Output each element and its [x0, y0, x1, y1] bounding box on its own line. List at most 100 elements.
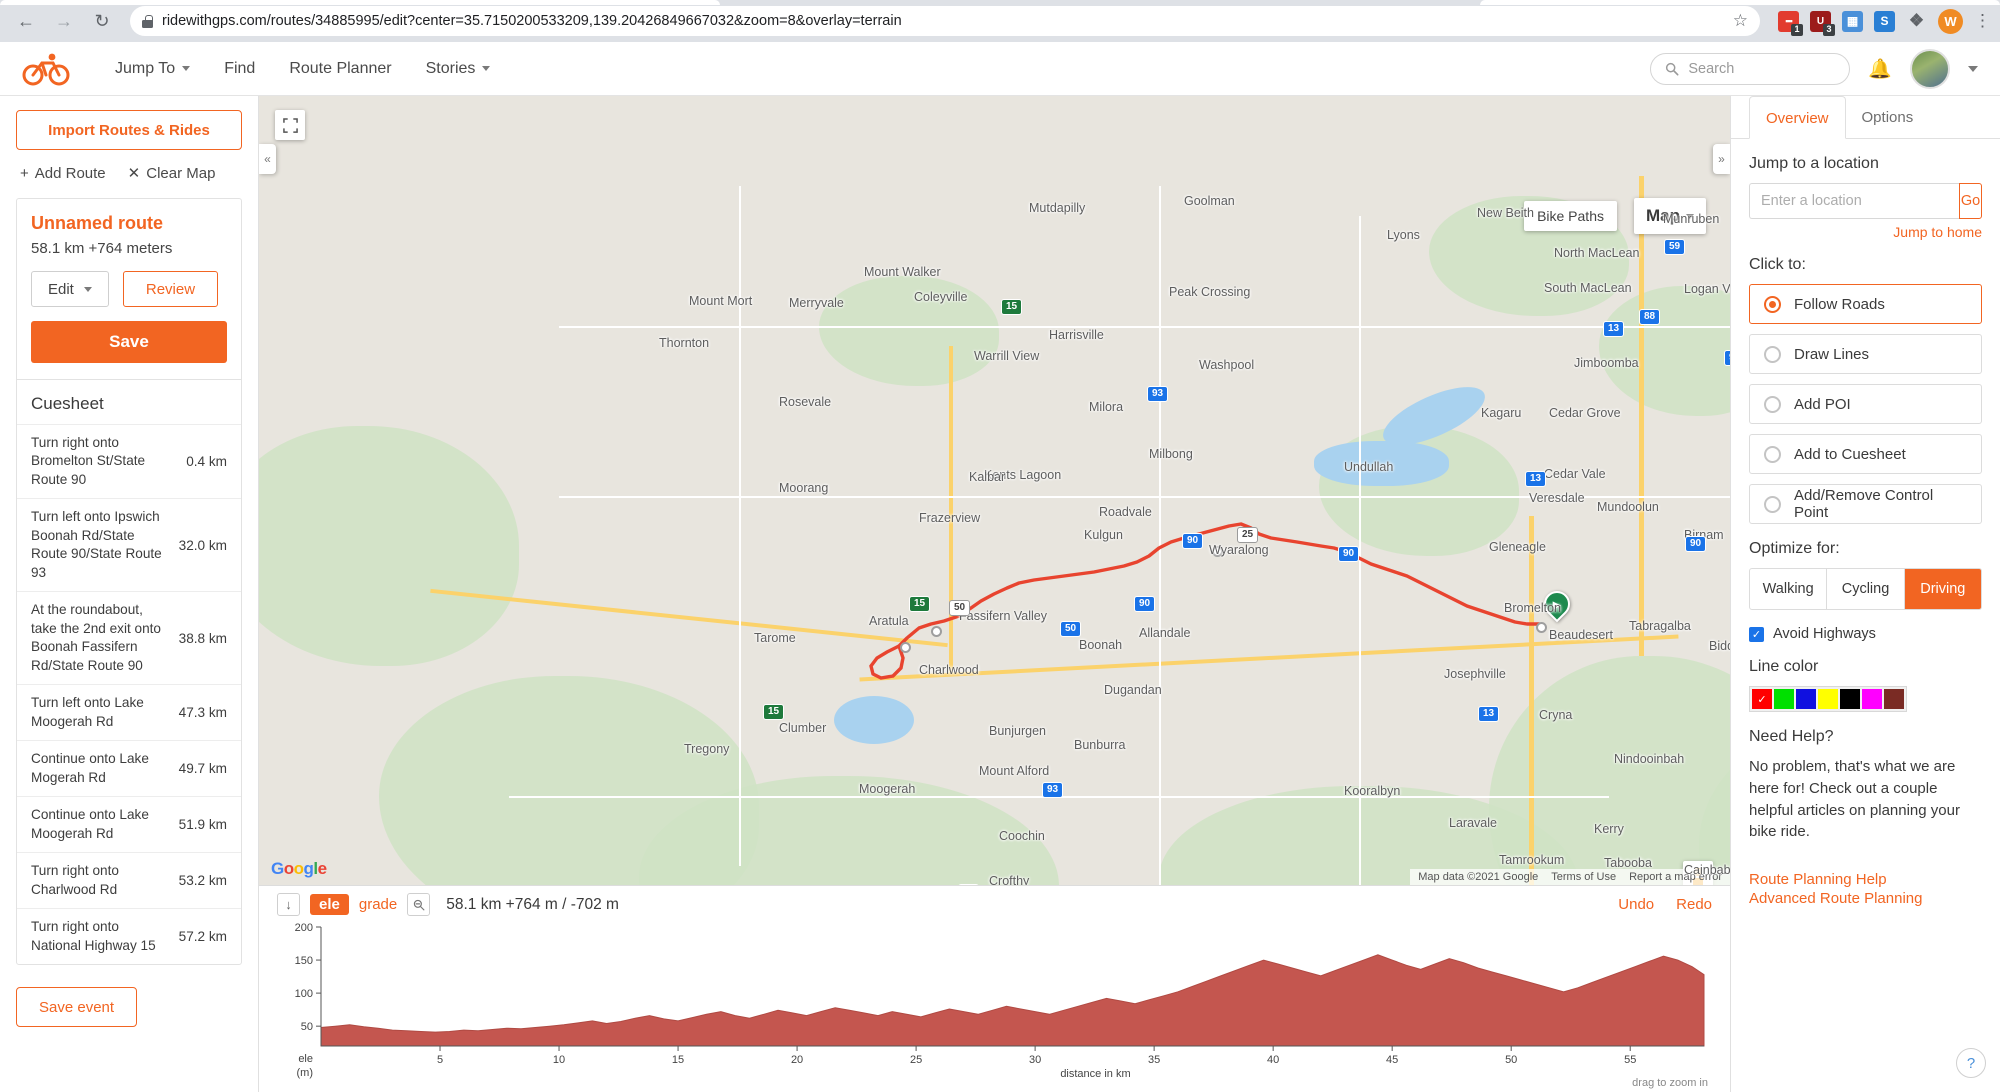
map-place-label: Logan Village	[1684, 282, 1730, 296]
location-input[interactable]	[1749, 183, 1959, 219]
click-option-add-poi[interactable]: Add POI	[1749, 384, 1982, 424]
save-event-button[interactable]: Save event	[16, 987, 138, 1028]
optimize-driving[interactable]: Driving	[1904, 569, 1981, 609]
cuesheet-row[interactable]: Turn left onto Ipswich Boonah Rd/State R…	[17, 498, 241, 591]
y-tick-label: 100	[295, 988, 313, 1000]
optimize-walking[interactable]: Walking	[1750, 569, 1828, 609]
map-place-label: Frazerview	[919, 511, 981, 525]
nav-label: Route Planner	[289, 59, 392, 77]
search-box[interactable]: Search	[1650, 52, 1851, 85]
collapse-left-icon[interactable]: «	[259, 144, 276, 174]
notification-bell-icon[interactable]: 🔔	[1868, 57, 1892, 81]
map-place-label: Milora	[1089, 400, 1124, 414]
cuesheet-row[interactable]: Turn right onto Bromelton St/State Route…	[17, 424, 241, 498]
color-swatch-blue[interactable]	[1796, 689, 1816, 709]
control-point[interactable]	[931, 626, 942, 637]
map-place-label: Cedar Grove	[1549, 406, 1621, 420]
x-tick-label: 20	[791, 1054, 803, 1066]
click-option-add-remove-control-point[interactable]: Add/Remove Control Point	[1749, 484, 1982, 524]
cuesheet-row[interactable]: Turn right onto Charlwood Rd 53.2 km	[17, 852, 241, 908]
avoid-highways-row[interactable]: ✓ Avoid Highways	[1749, 626, 1982, 642]
color-swatch-green[interactable]	[1774, 689, 1794, 709]
map-route-shield: 15	[909, 596, 931, 612]
star-icon[interactable]: ☆	[1733, 11, 1748, 31]
nav-item-find[interactable]: Find	[207, 42, 272, 96]
cuesheet-row[interactable]: Turn left onto Lake Moogerah Rd 47.3 km	[17, 684, 241, 740]
optimize-for-title: Optimize for:	[1749, 540, 1840, 557]
forward-arrow-icon[interactable]: →	[48, 5, 80, 37]
radio-icon	[1764, 345, 1781, 363]
map-place-label: Coleyville	[914, 290, 968, 304]
review-button[interactable]: Review	[122, 271, 219, 307]
user-avatar[interactable]	[1910, 48, 1950, 89]
terms-of-use-link[interactable]: Terms of Use	[1551, 871, 1616, 883]
color-swatch-black[interactable]	[1840, 689, 1860, 709]
map-place-label: Veresdale	[1529, 491, 1585, 505]
clear-map-button[interactable]: ✕ Clear Map	[128, 164, 216, 183]
go-button[interactable]: Go	[1959, 183, 1982, 219]
nav-item-jump-to[interactable]: Jump To	[98, 42, 207, 96]
tab-options[interactable]: Options	[1846, 96, 1930, 138]
radio-icon	[1764, 445, 1781, 463]
zoom-out-icon[interactable]	[407, 893, 431, 916]
extension-window-icon[interactable]: ▦	[1842, 10, 1863, 32]
need-help-body: No problem, that's what we are here for!…	[1749, 758, 1960, 841]
save-button[interactable]: Save	[31, 321, 227, 363]
cuesheet-row[interactable]: Continue onto Lake Mogerah Rd 49.7 km	[17, 740, 241, 796]
click-option-draw-lines[interactable]: Draw Lines	[1749, 334, 1982, 374]
redo-button[interactable]: Redo	[1676, 896, 1712, 913]
optimize-cycling[interactable]: Cycling	[1827, 569, 1905, 609]
extension-puzzle-icon[interactable]: ❖	[1906, 11, 1927, 32]
extension-s-icon[interactable]: S	[1874, 10, 1895, 32]
color-swatch-brown[interactable]	[1884, 689, 1904, 709]
question-mark-icon[interactable]: ?	[1956, 1048, 1986, 1078]
color-swatch-magenta[interactable]	[1862, 689, 1882, 709]
extension-red-icon[interactable]: ▪▪▪ 1	[1778, 10, 1803, 36]
tab-overview[interactable]: Overview	[1749, 96, 1846, 139]
add-route-button[interactable]: + Add Route	[20, 164, 106, 182]
grade-toggle-button[interactable]: grade	[359, 896, 397, 913]
route-title[interactable]: Unnamed route	[31, 213, 227, 234]
cyclist-logo[interactable]	[22, 52, 70, 86]
cue-distance: 38.8 km	[178, 630, 227, 646]
ele-toggle-button[interactable]: ele	[310, 894, 349, 915]
control-point[interactable]	[900, 642, 911, 653]
extension-red-badge: 1	[1791, 23, 1803, 36]
kebab-menu-icon[interactable]: ⋮	[1974, 11, 1991, 31]
radio-icon	[1764, 395, 1781, 413]
cue-text: At the roundabout, take the 2nd exit ont…	[31, 602, 161, 673]
back-arrow-icon[interactable]: ←	[10, 5, 42, 37]
cuesheet-row[interactable]: Continue onto Lake Moogerah Rd 51.9 km	[17, 796, 241, 852]
extension-shield-icon[interactable]: U 3	[1810, 10, 1835, 36]
route-card: Unnamed route 58.1 km +764 meters Edit R…	[16, 198, 242, 966]
fullscreen-icon[interactable]	[275, 110, 305, 140]
click-option-follow-roads[interactable]: Follow Roads	[1749, 284, 1982, 324]
chevron-down-icon[interactable]	[1968, 65, 1978, 72]
import-routes-button[interactable]: Import Routes & Rides	[16, 110, 242, 150]
cuesheet-row[interactable]: Turn right onto National Highway 15 57.2…	[17, 908, 241, 964]
cuesheet-row[interactable]: At the roundabout, take the 2nd exit ont…	[17, 591, 241, 684]
color-swatch-red[interactable]: ✓	[1752, 689, 1772, 709]
edit-dropdown-button[interactable]: Edit	[31, 271, 109, 307]
advanced-route-planning-link[interactable]: Advanced Route Planning	[1749, 890, 1982, 907]
nav-label: Jump To	[115, 59, 176, 77]
download-icon[interactable]: ↓	[277, 893, 300, 916]
control-point[interactable]	[1536, 622, 1547, 633]
undo-button[interactable]: Undo	[1618, 896, 1654, 913]
click-option-add-to-cuesheet[interactable]: Add to Cuesheet	[1749, 434, 1982, 474]
route-planning-help-link[interactable]: Route Planning Help	[1749, 871, 1982, 888]
map-place-label: Kalbar	[969, 470, 1006, 484]
nav-item-stories[interactable]: Stories	[409, 42, 508, 96]
bike-paths-button[interactable]: Bike Paths	[1524, 201, 1617, 231]
reload-icon[interactable]: ↻	[86, 5, 118, 37]
elevation-chart[interactable]: 50 100 150 200 5 10 15 20 25 30 35 40 45 50 55 ele (m) di…	[277, 919, 1712, 1084]
map-place-label: Boonah	[1079, 638, 1123, 652]
jump-to-home-link[interactable]: Jump to home	[1749, 224, 1982, 240]
collapse-right-icon[interactable]: »	[1713, 144, 1730, 174]
nav-item-route-planner[interactable]: Route Planner	[272, 42, 408, 96]
map-canvas[interactable]: ▶ « » Bike Paths Map Google Map data ©20…	[259, 96, 1730, 885]
browser-profile-avatar[interactable]: W	[1938, 8, 1963, 34]
address-bar[interactable]: ridewithgps.com/routes/34885995/edit?cen…	[130, 6, 1760, 36]
elevation-area	[320, 954, 1705, 1047]
color-swatch-yellow[interactable]	[1818, 689, 1838, 709]
